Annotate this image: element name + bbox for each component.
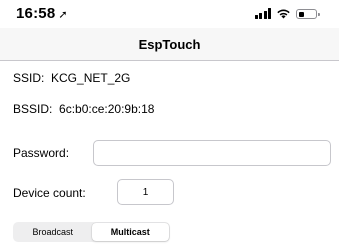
ssid-label: SSID: bbox=[13, 71, 45, 85]
navigation-bar: EspTouch bbox=[0, 28, 339, 61]
status-bar: 16:58 ➚ bbox=[0, 0, 339, 28]
mode-segmented-control: Broadcast Multicast bbox=[13, 222, 170, 242]
ssid-value: KCG_NET_2G bbox=[51, 71, 131, 85]
clock-label: 16:58 bbox=[16, 5, 56, 22]
ssid-row: SSID: KCG_NET_2G bbox=[13, 71, 130, 85]
bssid-row: BSSID: 6c:b0:ce:20:9b:18 bbox=[13, 102, 154, 116]
location-arrow-icon: ➚ bbox=[58, 9, 68, 21]
bssid-label: BSSID: bbox=[13, 102, 53, 116]
status-icons bbox=[254, 7, 320, 19]
battery-fill bbox=[298, 11, 305, 17]
device-count-field[interactable] bbox=[117, 179, 174, 205]
broadcast-segment[interactable]: Broadcast bbox=[14, 223, 92, 241]
multicast-segment[interactable]: Multicast bbox=[91, 223, 169, 241]
signal-icon bbox=[254, 8, 271, 19]
bssid-value: 6c:b0:ce:20:9b:18 bbox=[59, 102, 155, 116]
wifi-icon bbox=[277, 9, 290, 19]
status-time: 16:58 ➚ bbox=[16, 5, 68, 22]
password-field[interactable] bbox=[93, 140, 331, 166]
battery-icon bbox=[296, 9, 320, 19]
device-count-label: Device count: bbox=[13, 186, 86, 200]
password-label: Password: bbox=[13, 146, 70, 160]
page-title: EspTouch bbox=[138, 37, 201, 52]
